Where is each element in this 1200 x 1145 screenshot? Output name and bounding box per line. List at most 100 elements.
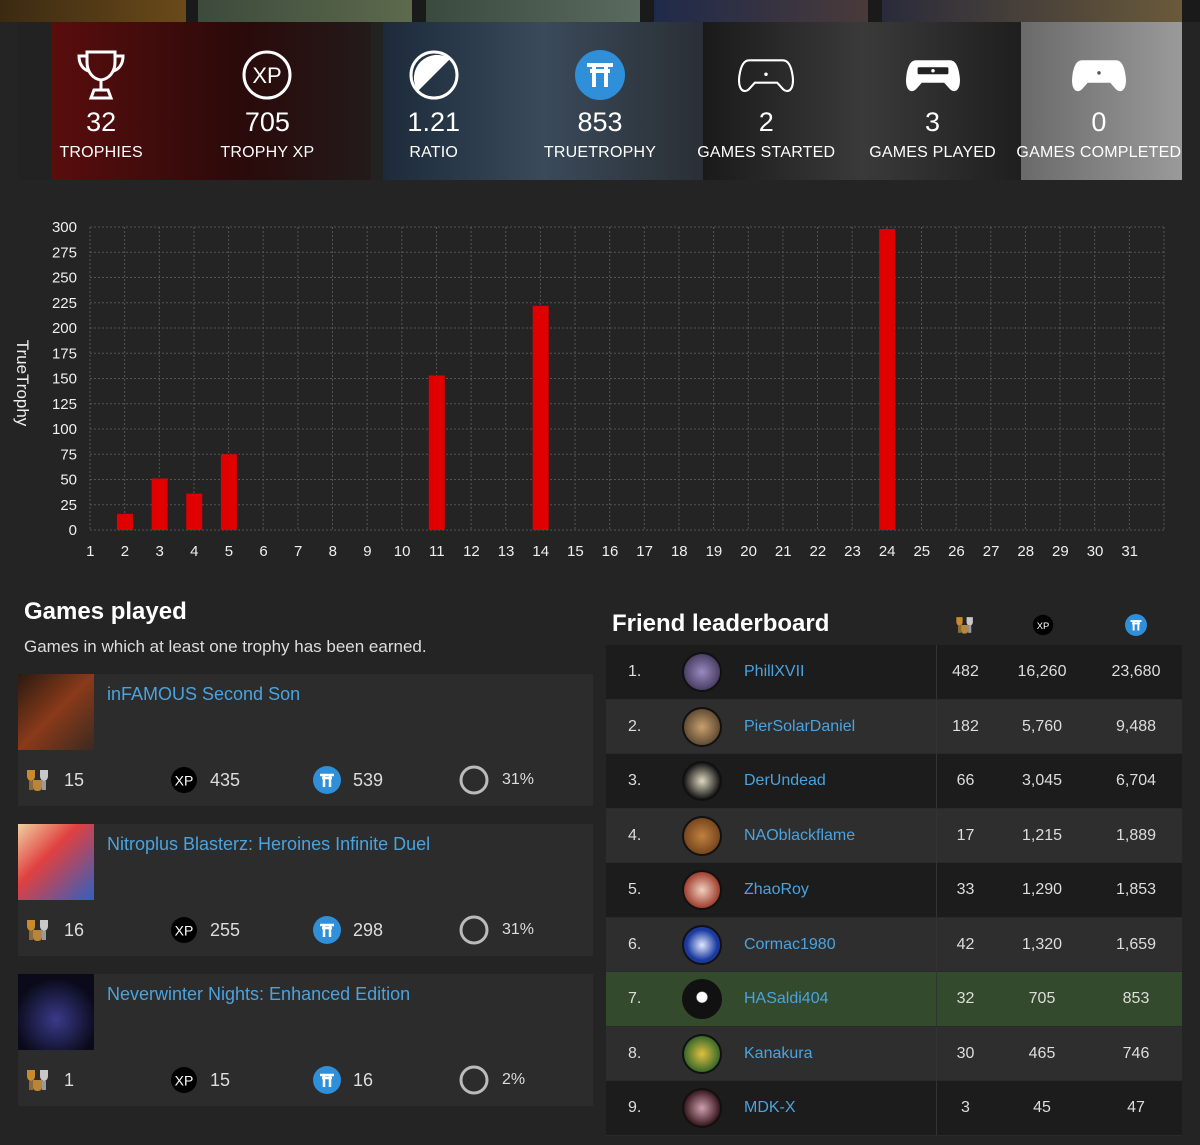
lb-name-link[interactable]: PierSolarDaniel: [744, 700, 855, 754]
game-progress-value: 31%: [502, 921, 535, 938]
stat-label: GAMES COMPLETED: [1016, 144, 1182, 161]
chart-bar: [879, 229, 896, 530]
lb-avatar[interactable]: [682, 809, 722, 863]
avatar[interactable]: [682, 652, 722, 692]
lb-xp: 1,215: [1021, 826, 1063, 844]
avatar[interactable]: [682, 1088, 722, 1128]
game-title-link[interactable]: Neverwinter Nights: Enhanced Edition: [107, 984, 410, 1005]
leaderboard-title: Friend leaderboard: [612, 610, 830, 637]
lb-avatar[interactable]: [682, 1027, 722, 1081]
x-tick-label: 12: [463, 543, 480, 560]
lb-rank: 1.: [628, 663, 642, 680]
lb-truetrophy: 9,488: [1115, 717, 1157, 735]
chart-bar: [220, 454, 237, 530]
game-title-link[interactable]: Nitroplus Blasterz: Heroines Infinite Du…: [107, 834, 430, 855]
top-thumbnail-strip: [0, 0, 1200, 22]
leaderboard-row[interactable]: 6. Cormac1980 42 1,320 1,659: [606, 917, 1182, 972]
stat-value: 3: [925, 107, 941, 137]
lb-name-link[interactable]: ZhaoRoy: [744, 863, 809, 917]
avatar[interactable]: [682, 706, 722, 747]
chart-bar: [116, 513, 133, 530]
y-tick-label: 50: [60, 472, 77, 489]
x-tick-label: 17: [636, 543, 653, 560]
trophy-icon: [73, 47, 129, 103]
lb-avatar[interactable]: [682, 700, 722, 754]
game-card[interactable]: inFAMOUS Second Son 15 XP 435 539 31%: [18, 674, 593, 806]
game-truetrophy-value: 539: [353, 769, 384, 790]
lb-trophies: 42: [936, 917, 994, 972]
stat-value: 705: [244, 107, 290, 137]
leaderboard-row[interactable]: 9. MDK-X 3 45 47: [606, 1081, 1182, 1136]
y-tick-label: 200: [52, 320, 77, 337]
game-xp-value: 255: [210, 919, 241, 940]
stat-truetrophy: 853 TRUETROPHY: [517, 22, 683, 180]
avatar[interactable]: [682, 979, 722, 1019]
leaderboard-row[interactable]: 5. ZhaoRoy 33 1,290 1,853: [606, 863, 1182, 918]
game-card[interactable]: Neverwinter Nights: Enhanced Edition 1 X…: [18, 974, 593, 1106]
y-tick-label: 0: [69, 522, 77, 539]
lb-name-link[interactable]: Kanakura: [744, 1027, 813, 1081]
lb-xp: 1,320: [1021, 935, 1063, 953]
lb-truetrophy: 1,659: [1115, 935, 1157, 953]
x-tick-label: 26: [948, 543, 965, 560]
game-cover-image[interactable]: [18, 824, 94, 900]
game-cover-image[interactable]: [18, 674, 94, 750]
lb-avatar[interactable]: [682, 645, 722, 699]
lb-truetrophy: 1,889: [1115, 826, 1157, 844]
leaderboard-row[interactable]: 4. NAOblackflame 17 1,215 1,889: [606, 808, 1182, 863]
leaderboard-row[interactable]: 1. PhillXVII 482 16,260 23,680: [606, 645, 1182, 700]
leaderboard-row[interactable]: 3. DerUndead 66 3,045 6,704: [606, 754, 1182, 809]
lb-rank: 6.: [628, 935, 642, 953]
avatar[interactable]: [682, 1033, 722, 1074]
controller-solid-icon: [1071, 47, 1127, 103]
lb-name-link[interactable]: HASaldi404: [744, 972, 829, 1026]
lb-name-link[interactable]: NAOblackflame: [744, 809, 855, 863]
lb-name-link[interactable]: DerUndead: [744, 754, 826, 808]
x-tick-label: 7: [294, 543, 302, 560]
avatar[interactable]: [682, 761, 722, 801]
avatar[interactable]: [682, 870, 722, 910]
x-tick-label: 6: [259, 543, 267, 560]
lb-name-link[interactable]: MDK-X: [744, 1081, 796, 1135]
x-tick-label: 8: [329, 543, 337, 560]
game-cover-image[interactable]: [18, 974, 94, 1050]
leaderboard-row[interactable]: 2. PierSolarDaniel 182 5,760 9,488: [606, 699, 1182, 754]
truetrophy-column-icon: [1125, 614, 1147, 641]
game-metrics: 1 XP 15 16 2%: [18, 1062, 593, 1098]
avatar[interactable]: [682, 815, 722, 856]
game-title-link[interactable]: inFAMOUS Second Son: [107, 684, 300, 705]
progress-ring-icon: [458, 1064, 490, 1096]
lb-truetrophy: 746: [1122, 1044, 1150, 1062]
x-tick-label: 18: [671, 543, 688, 560]
lb-xp: 45: [1033, 1099, 1051, 1116]
leaderboard-row[interactable]: 8. Kanakura 30 465 746: [606, 1026, 1182, 1081]
lb-name-link[interactable]: PhillXVII: [744, 645, 804, 699]
lb-trophies: 33: [936, 863, 994, 917]
trophies-column-icon: [954, 614, 976, 641]
lb-truetrophy: 23,680: [1111, 663, 1161, 680]
game-trophies-value: 1: [64, 1069, 75, 1090]
lb-avatar[interactable]: [682, 754, 722, 808]
lb-avatar[interactable]: [682, 972, 722, 1026]
y-tick-label: 225: [52, 295, 77, 312]
lb-avatar[interactable]: [682, 1081, 722, 1135]
stat-trophies: 32 TROPHIES: [18, 22, 184, 180]
stat-games-completed: 0 GAMES COMPLETED: [1016, 22, 1182, 180]
lb-name-link[interactable]: Cormac1980: [744, 918, 836, 972]
lb-rank: 9.: [628, 1099, 642, 1116]
lb-xp: 3,045: [1021, 772, 1063, 789]
game-card[interactable]: Nitroplus Blasterz: Heroines Infinite Du…: [18, 824, 593, 956]
lb-trophies: 17: [936, 808, 994, 863]
x-tick-label: 2: [121, 543, 129, 560]
game-xp-value: 15: [210, 1069, 231, 1090]
lb-trophies: 3: [936, 1081, 994, 1135]
stat-games-started: 2 GAMES STARTED: [683, 22, 849, 180]
lb-avatar[interactable]: [682, 918, 722, 972]
trophies-icon: [24, 1066, 52, 1094]
avatar[interactable]: [682, 924, 722, 965]
y-axis-label: TrueTrophy: [13, 340, 32, 427]
x-tick-label: 3: [155, 543, 163, 560]
leaderboard-row-current-user[interactable]: 7. HASaldi404 32 705 853: [606, 972, 1182, 1027]
lb-avatar[interactable]: [682, 863, 722, 917]
truetrophy-icon: [572, 47, 628, 103]
